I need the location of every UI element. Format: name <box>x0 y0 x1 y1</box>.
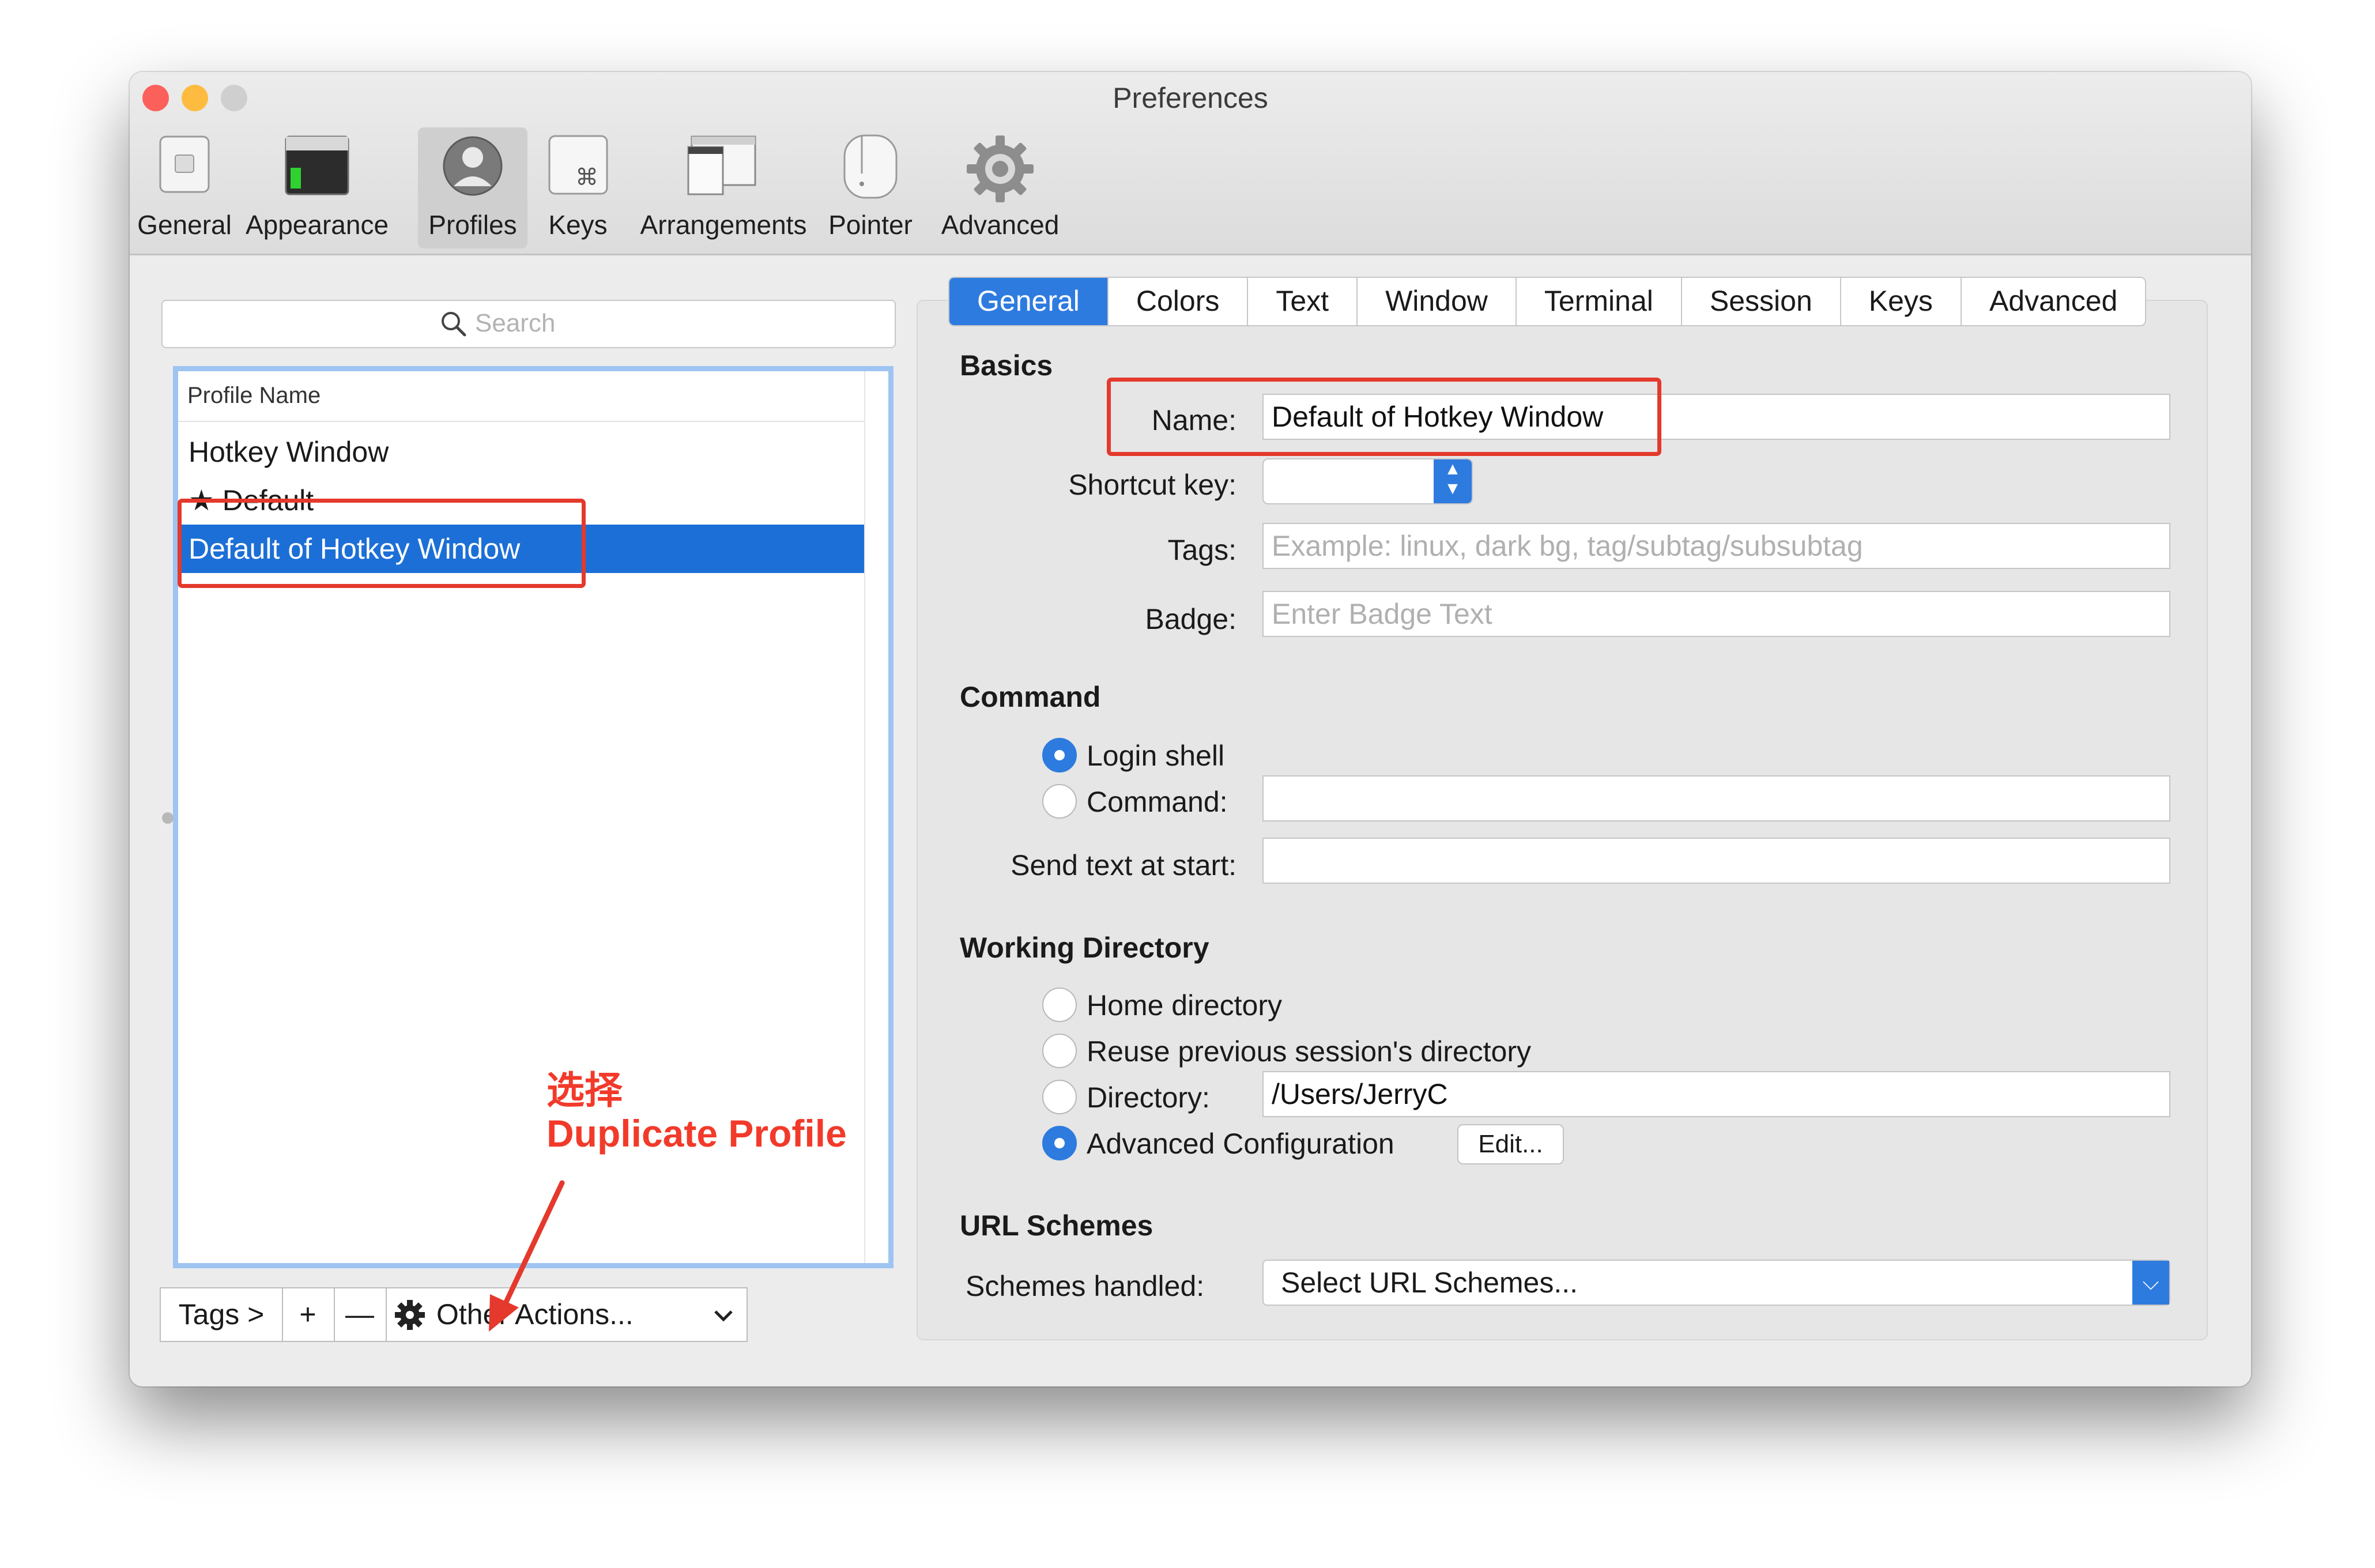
mouse-icon <box>843 134 898 199</box>
annotation-box-name <box>1107 378 1661 456</box>
tags-button[interactable]: Tags > <box>161 1288 283 1341</box>
reuse-directory-label: Reuse previous session's directory <box>1087 1035 1531 1068</box>
search-placeholder: Search <box>475 309 556 337</box>
switch-icon <box>159 135 210 193</box>
profile-row-hotkey-window[interactable]: Hotkey Window <box>178 428 864 476</box>
command-field[interactable] <box>1262 775 2170 821</box>
shortcut-key-popup[interactable]: ▲ ▼ <box>1262 458 1473 504</box>
shortcut-key-label: Shortcut key: <box>1068 469 1236 501</box>
badge-field[interactable]: Enter Badge Text <box>1262 591 2170 637</box>
stepper-icon: ▲ ▼ <box>1434 459 1472 503</box>
tab-colors[interactable]: Colors <box>1109 278 1249 325</box>
command-label: Command: <box>1087 786 1228 818</box>
profile-user-icon <box>443 136 503 196</box>
basics-heading: Basics <box>960 349 1053 382</box>
edit-button[interactable]: Edit... <box>1457 1124 1564 1164</box>
window-title: Preferences <box>1113 82 1268 114</box>
login-shell-radio[interactable] <box>1042 738 1077 772</box>
advanced-configuration-label: Advanced Configuration <box>1087 1128 1394 1160</box>
search-icon <box>442 312 466 337</box>
home-directory-label: Home directory <box>1087 989 1282 1022</box>
svg-text:⌘: ⌘ <box>575 164 598 191</box>
toolbar-arrangements[interactable]: Arrangements <box>625 127 821 248</box>
tab-window[interactable]: Window <box>1358 278 1517 325</box>
advanced-configuration-radio[interactable] <box>1042 1126 1077 1160</box>
toolbar-appearance[interactable]: Appearance <box>236 127 398 248</box>
directory-label: Directory: <box>1087 1081 1210 1114</box>
annotation-text-duplicate-profile: Duplicate Profile <box>546 1112 847 1155</box>
gear-icon <box>967 135 1034 202</box>
command-radio[interactable] <box>1042 784 1077 819</box>
badge-label: Badge: <box>1145 603 1236 635</box>
command-heading: Command <box>960 681 1101 713</box>
login-shell-label: Login shell <box>1087 740 1225 772</box>
list-divider <box>864 371 865 1263</box>
chevron-down-icon <box>714 1310 733 1322</box>
profile-search[interactable]: Search <box>161 300 896 348</box>
chevron-down-icon: ⌵ <box>2132 1261 2169 1305</box>
send-text-field[interactable] <box>1262 838 2170 884</box>
tab-advanced[interactable]: Advanced <box>1962 278 2145 325</box>
tab-general[interactable]: General <box>949 278 1109 325</box>
tab-keys[interactable]: Keys <box>1841 278 1962 325</box>
reuse-directory-radio[interactable] <box>1042 1034 1077 1068</box>
annotation-box-profile <box>178 499 586 588</box>
profile-name-column-header[interactable]: Profile Name <box>178 371 864 422</box>
home-directory-radio[interactable] <box>1042 987 1077 1022</box>
remove-profile-button[interactable]: — <box>334 1288 387 1341</box>
annotation-arrow-icon <box>489 1180 565 1332</box>
gear-icon <box>395 1300 425 1330</box>
toolbar-profiles[interactable]: Profiles <box>418 127 527 248</box>
toolbar-advanced[interactable]: Advanced <box>928 127 1072 248</box>
tab-text[interactable]: Text <box>1248 278 1358 325</box>
tags-label: Tags: <box>1167 534 1236 566</box>
directory-field[interactable]: /Users/JerryC <box>1262 1071 2170 1117</box>
profile-tabs: General Colors Text Window Terminal Sess… <box>948 277 2147 326</box>
command-key-icon: ⌘ <box>548 135 608 195</box>
profile-actions-bar: Tags > + — Other Actions... <box>160 1287 748 1342</box>
tab-terminal[interactable]: Terminal <box>1517 278 1682 325</box>
working-directory-heading: Working Directory <box>960 932 1209 964</box>
url-schemes-select[interactable]: Select URL Schemes... ⌵ <box>1262 1260 2170 1306</box>
add-profile-button[interactable]: + <box>282 1288 335 1341</box>
send-text-label: Send text at start: <box>1011 849 1236 881</box>
directory-radio[interactable] <box>1042 1080 1077 1114</box>
toolbar-general[interactable]: General <box>135 127 233 248</box>
annotation-text-select: 选择 <box>546 1069 623 1111</box>
url-schemes-value: Select URL Schemes... <box>1281 1267 1578 1299</box>
url-schemes-heading: URL Schemes <box>960 1209 1153 1242</box>
tab-session[interactable]: Session <box>1682 278 1841 325</box>
toolbar-keys[interactable]: ⌘ Keys <box>536 127 620 248</box>
tags-field[interactable]: Example: linux, dark bg, tag/subtag/subs… <box>1262 523 2170 569</box>
title-bar: Preferences General Appearance Profiles … <box>130 72 2251 255</box>
terminal-window-icon <box>285 135 349 195</box>
splitter-handle[interactable] <box>162 812 174 824</box>
window-arrangement-icon <box>687 135 756 195</box>
toolbar-pointer[interactable]: Pointer <box>816 127 925 248</box>
schemes-handled-label: Schemes handled: <box>966 1270 1205 1302</box>
